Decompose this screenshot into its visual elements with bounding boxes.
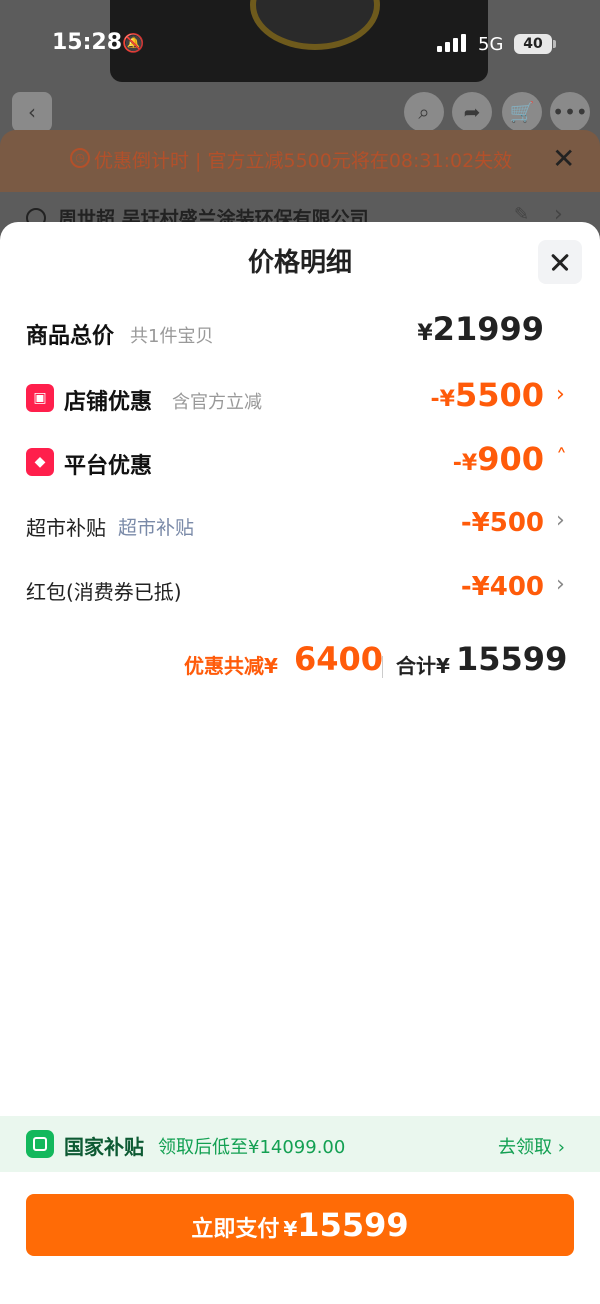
chevron-right-icon: › [556,508,565,533]
pay-button-content: 立即支付 ¥15599 [26,1206,574,1244]
store-discount-row[interactable]: ▣ 店铺优惠 含官方立减 -¥5500 › [0,374,600,424]
more-icon[interactable]: ••• [550,92,590,132]
supermarket-subsidy-label: 超市补贴 [26,516,106,540]
supermarket-subsidy-amount: -¥500 [460,508,544,538]
grand-total-amount: 15599 [456,640,568,678]
sheet-title: 价格明细 [247,248,352,278]
chevron-up-icon: ˄ [556,446,567,471]
supermarket-subsidy-sub: 超市补贴 [118,517,195,539]
network-type: 5G [478,34,504,55]
goods-count: 共1件宝贝 [130,326,214,347]
close-icon[interactable]: ✕ [552,142,575,175]
clock-icon: ◷ [70,148,90,168]
subsidy-icon [26,1130,54,1158]
red-packet-label: 红包(消费券已抵) [26,580,182,604]
status-time: 15:28 [52,30,123,55]
signal-icon [437,34,469,52]
background-page: 15:28 🔕 5G 40 ‹ ⌕ ➦ 🛒 ••• ◷ 优惠倒计时 | 官方立减… [0,0,600,260]
store-discount-amount: -¥5500 [430,376,544,414]
red-packet-row[interactable]: 红包(消费券已抵) -¥400 › [0,564,600,614]
pay-button-currency: ¥ [283,1217,298,1241]
pay-button-label: 立即支付 [191,1217,280,1242]
discount-total-amount: 6400 [294,640,384,678]
store-discount-sub: 含官方立减 [172,392,262,413]
bell-muted-icon: 🔕 [122,33,145,54]
cart-icon[interactable]: 🛒 [502,92,542,132]
pay-button-amount: 15599 [297,1206,409,1244]
goods-total-label: 商品总价 [26,324,115,349]
status-bar: 15:28 🔕 5G 40 [0,0,600,90]
supermarket-subsidy-row[interactable]: 超市补贴 超市补贴 -¥500 › [0,500,600,550]
close-button[interactable] [538,240,582,284]
battery-tip [553,40,556,48]
back-icon[interactable]: ‹ [12,92,52,132]
chevron-right-icon: › [556,382,565,407]
battery-icon: 40 [514,34,552,54]
promo-countdown-banner: ◷ 优惠倒计时 | 官方立减5500元将在08:31:02失效 ✕ [0,130,600,192]
national-subsidy-bar[interactable]: 国家补贴 领取后低至¥14099.00 去领取 › [0,1116,600,1172]
platform-discount-row[interactable]: ◆ 平台优惠 -¥900 ˄ [0,438,600,488]
chevron-right-icon: › [556,572,565,597]
price-detail-sheet: 价格明细 商品总价 共1件宝贝 ¥21999 ▣ 店铺优惠 含官方立减 -¥55… [0,222,600,1304]
goods-total-amount: ¥21999 [417,310,544,348]
store-discount-label: 店铺优惠 [64,390,153,415]
goods-total-row: 商品总价 共1件宝贝 ¥21999 [0,308,600,358]
promo-countdown-text: 优惠倒计时 | 官方立减5500元将在08:31:02失效 [94,150,513,172]
price-summary: 优惠共减¥ 6400 合计¥ 15599 [0,640,600,688]
discount-total-label: 优惠共减¥ [184,654,278,678]
red-packet-amount: -¥400 [460,572,544,602]
store-icon: ▣ [26,384,54,412]
platform-discount-amount: -¥900 [452,440,544,478]
search-icon[interactable]: ⌕ [404,92,444,132]
platform-discount-label: 平台优惠 [64,454,153,479]
subsidy-title: 国家补贴 [64,1135,144,1159]
divider [382,656,383,678]
tag-icon: ◆ [26,448,54,476]
claim-subsidy-link[interactable]: 去领取 › [498,1133,565,1159]
share-icon[interactable]: ➦ [452,92,492,132]
pay-now-button[interactable]: 立即支付 ¥15599 [26,1194,574,1256]
grand-total-label: 合计¥ [396,654,450,678]
subsidy-text: 领取后低至¥14099.00 [158,1137,346,1158]
